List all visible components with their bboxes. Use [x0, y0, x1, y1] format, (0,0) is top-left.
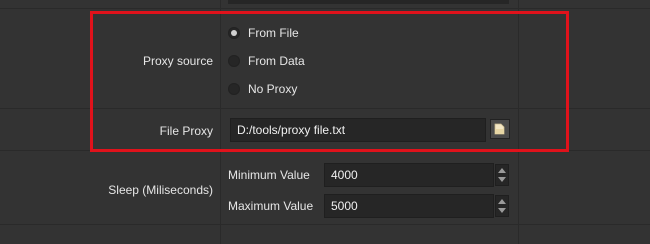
min-value-spinner[interactable]	[495, 164, 509, 186]
spin-down-icon[interactable]	[498, 177, 506, 182]
sleep-label: Sleep (Miliseconds)	[108, 183, 213, 197]
max-value-spinner[interactable]	[495, 195, 509, 217]
highlight-box	[90, 11, 569, 152]
spin-down-icon[interactable]	[498, 208, 506, 213]
spin-up-icon[interactable]	[498, 168, 506, 173]
min-value-input[interactable]: 4000	[324, 163, 494, 187]
max-value-label: Maximum Value	[228, 199, 314, 213]
max-value-input[interactable]: 5000	[324, 194, 494, 218]
previous-field	[228, 0, 509, 4]
divider	[0, 8, 650, 9]
divider	[0, 224, 650, 225]
min-value-label: Minimum Value	[228, 168, 310, 182]
spin-up-icon[interactable]	[498, 199, 506, 204]
